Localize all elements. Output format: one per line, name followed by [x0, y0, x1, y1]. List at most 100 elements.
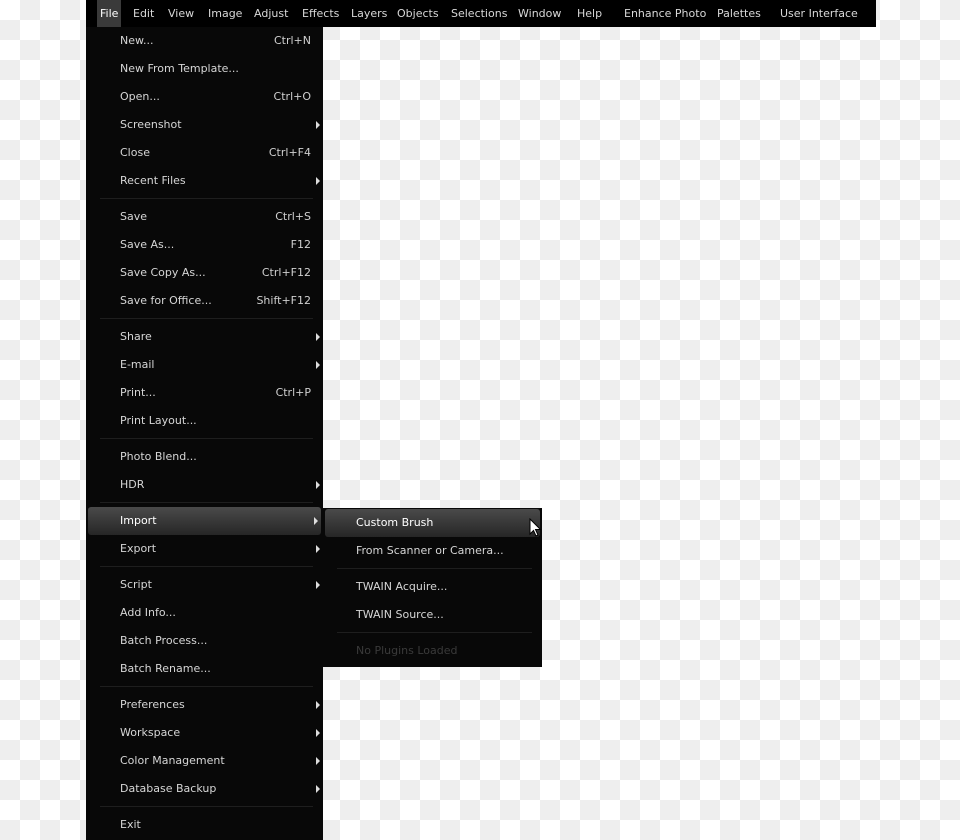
- menu-help[interactable]: Help: [574, 0, 605, 27]
- menu-edit[interactable]: Edit: [130, 0, 157, 27]
- mouse-cursor-icon: [529, 518, 542, 537]
- menu-item-label: Save for Office...: [120, 294, 212, 307]
- menu-separator: [86, 435, 323, 443]
- shortcut-label: Ctrl+F12: [261, 266, 311, 279]
- menu-separator: [86, 499, 323, 507]
- submenu-arrow-icon: [316, 581, 320, 589]
- menu-item-label: No Plugins Loaded: [356, 644, 458, 657]
- menu-item-workspace[interactable]: Workspace: [86, 719, 323, 747]
- menu-item-recent-files[interactable]: Recent Files: [86, 167, 323, 195]
- menu-item-print-layout[interactable]: Print Layout...: [86, 407, 323, 435]
- menu-item-twain-source[interactable]: TWAIN Source...: [323, 601, 542, 629]
- menu-item-print[interactable]: Print... Ctrl+P: [86, 379, 323, 407]
- shortcut-label: Ctrl+N: [273, 34, 311, 47]
- submenu-arrow-icon: [316, 545, 320, 553]
- submenu-arrow-icon: [316, 361, 320, 369]
- menu-layers[interactable]: Layers: [348, 0, 390, 27]
- menu-item-save[interactable]: Save Ctrl+S: [86, 203, 323, 231]
- menu-item-label: Recent Files: [120, 174, 186, 187]
- menu-item-label: Photo Blend...: [120, 450, 197, 463]
- menu-item-import[interactable]: Import: [88, 507, 321, 535]
- menu-item-label: Exit: [120, 818, 141, 831]
- menu-item-batch-process[interactable]: Batch Process...: [86, 627, 323, 655]
- menu-item-database-backup[interactable]: Database Backup: [86, 775, 323, 803]
- menu-item-label: Workspace: [120, 726, 181, 739]
- menu-separator: [86, 803, 323, 811]
- menu-item-from-scanner-or-camera[interactable]: From Scanner or Camera...: [323, 537, 542, 565]
- menu-item-label: Save Copy As...: [120, 266, 206, 279]
- menu-bar: File Edit View Image Adjust Effects Layers Obje…: [86, 0, 876, 27]
- menu-item-label: TWAIN Acquire...: [356, 580, 448, 593]
- menu-window[interactable]: Window: [515, 0, 564, 27]
- menu-item-new[interactable]: New... Ctrl+N: [86, 27, 323, 55]
- submenu-arrow-icon: [316, 757, 320, 765]
- menu-item-preferences[interactable]: Preferences: [86, 691, 323, 719]
- menu-item-label: New From Template...: [120, 62, 239, 75]
- menu-item-label: HDR: [120, 478, 145, 491]
- menu-item-label: Batch Process...: [120, 634, 208, 647]
- menu-item-color-management[interactable]: Color Management: [86, 747, 323, 775]
- menu-item-save-copy-as[interactable]: Save Copy As... Ctrl+F12: [86, 259, 323, 287]
- menu-item-hdr[interactable]: HDR: [86, 471, 323, 499]
- shortcut-label: Ctrl+S: [275, 210, 311, 223]
- submenu-arrow-icon: [316, 177, 320, 185]
- menu-file[interactable]: File: [97, 0, 122, 27]
- shortcut-label: Ctrl+O: [273, 90, 311, 103]
- menu-item-label: Save As...: [120, 238, 175, 251]
- menu-item-share[interactable]: Share: [86, 323, 323, 351]
- menu-item-label: Preferences: [120, 698, 185, 711]
- menu-item-new-from-template[interactable]: New From Template...: [86, 55, 323, 83]
- menu-item-label: Print...: [120, 386, 156, 399]
- menu-item-label: New...: [120, 34, 154, 47]
- menu-item-custom-brush[interactable]: Custom Brush: [325, 509, 540, 537]
- menu-item-batch-rename[interactable]: Batch Rename...: [86, 655, 323, 683]
- menu-adjust[interactable]: Adjust: [251, 0, 291, 27]
- menu-item-exit[interactable]: Exit: [86, 811, 323, 839]
- menu-item-script[interactable]: Script: [86, 571, 323, 599]
- shortcut-label: Ctrl+F4: [268, 146, 311, 159]
- menu-item-add-info[interactable]: Add Info...: [86, 599, 323, 627]
- menu-palettes[interactable]: Palettes: [714, 0, 764, 27]
- menu-item-screenshot[interactable]: Screenshot: [86, 111, 323, 139]
- menu-objects[interactable]: Objects: [394, 0, 442, 27]
- menu-item-label: TWAIN Source...: [356, 608, 444, 621]
- shortcut-label: Shift+F12: [256, 294, 311, 307]
- menu-item-close[interactable]: Close Ctrl+F4: [86, 139, 323, 167]
- menu-item-label: Screenshot: [120, 118, 182, 131]
- menu-item-photo-blend[interactable]: Photo Blend...: [86, 443, 323, 471]
- submenu-arrow-icon: [314, 517, 318, 525]
- menu-separator: [323, 565, 542, 573]
- menu-item-open[interactable]: Open... Ctrl+O: [86, 83, 323, 111]
- menu-separator: [86, 563, 323, 571]
- submenu-arrow-icon: [316, 121, 320, 129]
- menu-item-export[interactable]: Export: [86, 535, 323, 563]
- menu-item-save-as[interactable]: Save As... F12: [86, 231, 323, 259]
- menu-item-label: Open...: [120, 90, 160, 103]
- menu-item-label: Save: [120, 210, 148, 223]
- menu-selections[interactable]: Selections: [448, 0, 510, 27]
- menu-item-label: Color Management: [120, 754, 225, 767]
- menu-item-label: Database Backup: [120, 782, 217, 795]
- menu-user-interface[interactable]: User Interface: [777, 0, 861, 27]
- submenu-arrow-icon: [316, 333, 320, 341]
- menu-separator: [86, 195, 323, 203]
- import-submenu: Custom Brush From Scanner or Camera... TWA…: [323, 508, 542, 667]
- menu-item-label: Custom Brush: [356, 516, 434, 529]
- menu-effects[interactable]: Effects: [299, 0, 342, 27]
- menu-separator: [323, 629, 542, 637]
- menu-item-save-for-office[interactable]: Save for Office... Shift+F12: [86, 287, 323, 315]
- shortcut-label: F12: [290, 238, 311, 251]
- shortcut-label: Ctrl+P: [275, 386, 311, 399]
- submenu-arrow-icon: [316, 701, 320, 709]
- menu-item-label: Export: [120, 542, 157, 555]
- menu-item-label: Import: [120, 514, 157, 527]
- menu-item-label: Add Info...: [120, 606, 176, 619]
- submenu-arrow-icon: [316, 729, 320, 737]
- menu-view[interactable]: View: [165, 0, 197, 27]
- submenu-arrow-icon: [316, 481, 320, 489]
- menu-image[interactable]: Image: [205, 0, 245, 27]
- menu-item-e-mail[interactable]: E-mail: [86, 351, 323, 379]
- submenu-arrow-icon: [316, 785, 320, 793]
- menu-enhance-photo[interactable]: Enhance Photo: [621, 0, 709, 27]
- menu-item-twain-acquire[interactable]: TWAIN Acquire...: [323, 573, 542, 601]
